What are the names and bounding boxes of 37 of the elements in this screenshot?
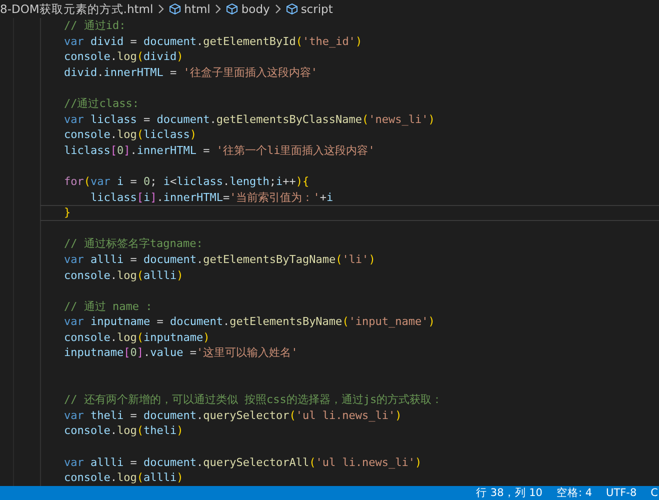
status-item[interactable]: 空格: 4	[556, 486, 592, 500]
code-line: liclass[i].innerHTML='当前索引值为：'+i	[90, 190, 334, 206]
status-item[interactable]: C	[650, 487, 658, 499]
status-item[interactable]: UTF-8	[606, 487, 637, 499]
code-line: // 通过id:	[64, 18, 126, 34]
code-line: console.log(inputname)	[64, 330, 210, 346]
code-line: var allli = document.getElementsByTagName('li')	[64, 252, 376, 268]
code-line: for(var i = 0; i<liclass.length;i++){	[64, 174, 310, 190]
breadcrumb-item[interactable]: 8-DOM获取元素的方式.html	[0, 2, 154, 16]
code-line: console.log(allli)	[64, 268, 184, 284]
code-line: divid.innerHTML = '往盒子里面插入这段内容'	[64, 64, 318, 80]
status-item[interactable]: 行 38，列 10	[476, 486, 542, 500]
code-line: console.log(divid)	[64, 49, 184, 65]
code-line: console.log(allli)	[64, 470, 184, 486]
chevron-icon	[157, 4, 166, 14]
cube-icon	[226, 3, 238, 15]
code-line: // 通过 name :	[64, 298, 152, 314]
code-line: console.log(liclass)	[64, 127, 196, 143]
breadcrumb-item[interactable]: script	[300, 2, 333, 16]
code-line: var inputname = document.getElementsByName('input_name')	[64, 314, 435, 330]
code-line: liclass[0].innerHTML = '往第一个li里面插入这段内容'	[64, 142, 375, 158]
code-line: console.log(theli)	[64, 423, 184, 440]
chevron-icon	[214, 4, 222, 14]
breadcrumb-item[interactable]: html	[184, 2, 210, 16]
code-line: var theli = document.querySelector('ul li.news_li')	[64, 408, 402, 424]
code-line: // 通过标签名字tagname:	[64, 236, 203, 252]
code-line: //通过class:	[64, 96, 139, 112]
code-line: var divid = document.getElementById('the_id')	[64, 34, 362, 50]
code-line: }	[64, 206, 71, 220]
code-line: inputname[0].value ='这里可以输入姓名'	[64, 345, 298, 362]
cube-icon	[169, 3, 182, 15]
code-line: var allli = document.querySelectorAll('ul li.news_li')	[64, 454, 422, 470]
chevron-icon	[274, 4, 282, 14]
breadcrumb-item[interactable]: body	[241, 2, 270, 16]
cube-icon	[286, 3, 298, 15]
code-line: // 还有两个新增的，可以通过类似 按照css的选择器，通过js的方式获取：	[64, 392, 443, 408]
code-line: var liclass = document.getElementsByClassName('news_li')	[64, 112, 435, 128]
